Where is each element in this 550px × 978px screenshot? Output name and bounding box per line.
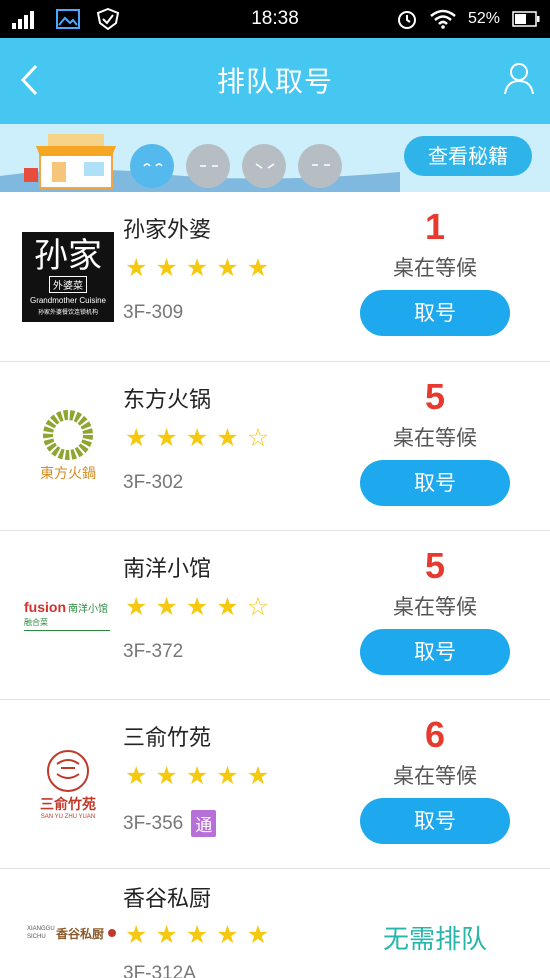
logo-text: 香谷私厨 [55,926,104,941]
logo-text: 三俞竹苑 [40,797,96,813]
restaurant-name: 南洋小馆 [123,557,212,582]
restaurant-row[interactable]: XIANGGU SICHU 香谷私厨 香谷私厨 ★ ★ ★ ★ ★ 3F-312A 无需… [0,869,550,978]
floor-text: 3F-312A [123,963,196,978]
waiting-label: 桌在等候 [393,256,477,280]
rating-stars: ★ ★ ★ ★ ★ [125,762,269,790]
restaurant-logo: 三俞竹苑 SAN YU ZHU YUAN [22,738,114,830]
star-filled-icon: ★ [216,920,239,949]
restaurant-row[interactable]: 東方火鍋 东方火锅 ★ ★ ★ ★ ☆ 3F-302 5 桌在等候 取号 [0,362,550,531]
waiting-count: 6 [424,714,446,755]
star-filled-icon: ★ [155,592,178,621]
floor-location: 3F-356 通 [123,810,217,837]
rating-stars: ★ ★ ★ ★ ★ [125,254,269,282]
alarm-icon [397,11,416,29]
star-filled-icon: ★ [155,423,178,452]
star-filled-icon: ★ [185,423,209,452]
star-filled-icon: ★ [155,253,178,282]
star-filled-icon: ★ [125,592,148,621]
waiting-label: 桌在等候 [393,764,477,788]
logo-sub-text: 外婆菜 [49,276,87,293]
star-filled-icon: ★ [216,253,239,282]
star-filled-icon: ★ [125,253,148,282]
battery-percent: 52% [467,10,500,27]
star-filled-icon: ★ [216,592,239,621]
star-filled-icon: ★ [246,253,270,282]
tong-badge: 通 [191,810,217,837]
star-filled-icon: ★ [216,423,239,452]
rating-stars: ★ ★ ★ ★ ★ [125,921,269,949]
star-filled-icon: ★ [125,920,148,949]
waiting-label: 桌在等候 [393,426,477,450]
restaurant-logo: XIANGGU SICHU 香谷私厨 [26,913,118,953]
floor-location: 3F-372 [123,641,183,663]
take-number-button[interactable]: 取号 [360,798,510,844]
banner-illustration [0,134,400,192]
logo-small-text: 孙家外婆餐饮连锁机构 [37,309,98,316]
logo-main-text: 孙家 [34,236,102,276]
star-filled-icon: ★ [185,253,209,282]
star-filled-icon: ★ [155,920,178,949]
star-filled-icon: ★ [125,761,148,790]
star-filled-icon: ★ [246,761,270,790]
logo-sub-text: 融合菜 [24,618,48,627]
floor-location: 3F-312A [123,963,196,978]
app-header: 排队取号 [0,38,550,124]
star-filled-icon: ★ [185,592,209,621]
seal-logo-icon [47,750,89,792]
restaurant-logo: 東方火鍋 [22,400,114,492]
status-right-icons: 52% [396,8,540,30]
restaurant-list: 孙家 外婆菜 Grandmother Cuisine 孙家外婆餐饮连锁机构 孙家… [0,192,550,978]
battery-icon [512,11,540,27]
floor-text: 3F-309 [123,302,184,323]
take-number-button[interactable]: 取号 [360,460,510,506]
restaurant-row[interactable]: fusion 南洋小馆 融合菜 南洋小馆 ★ ★ ★ ★ ☆ 3F-372 5 桌在等候… [0,531,550,700]
wifi-icon [430,9,456,29]
floor-text: 3F-356 [123,812,184,834]
no-queue-label: 无需排队 [382,925,487,955]
restaurant-row[interactable]: 孙家 外婆菜 Grandmother Cuisine 孙家外婆餐饮连锁机构 孙家… [0,192,550,362]
star-filled-icon: ★ [216,761,239,790]
star-empty-icon: ☆ [246,592,270,621]
floor-location: 3F-309 [123,302,183,324]
rating-stars: ★ ★ ★ ★ ☆ [125,593,269,621]
logo-text: 南洋小馆 [68,604,108,615]
star-filled-icon: ★ [185,920,209,949]
view-tips-button[interactable]: 查看秘籍 [404,136,532,176]
star-filled-icon: ★ [246,920,270,949]
waiting-count: 5 [424,376,446,417]
take-number-button[interactable]: 取号 [360,629,510,675]
restaurant-name: 东方火锅 [123,388,212,413]
user-icon[interactable] [502,60,536,96]
take-number-button[interactable]: 取号 [360,290,510,336]
logo-english-text: XIANGGU SICHU [26,926,55,940]
waiting-label: 桌在等候 [393,595,477,619]
logo-text: 東方火鍋 [40,466,96,482]
logo-divider [24,630,110,631]
donut-logo-icon [43,410,93,460]
restaurant-name: 孙家外婆 [123,218,212,243]
waiting-count: 5 [424,545,446,586]
status-bar: 18:38 52% [0,0,550,38]
star-filled-icon: ★ [125,423,148,452]
logo-english-text: fusion [24,599,66,615]
logo-english-text: SAN YU ZHU YUAN [40,814,96,820]
promo-banner: 查看秘籍 [0,124,550,192]
restaurant-logo: 孙家 外婆菜 Grandmother Cuisine 孙家外婆餐饮连锁机构 [22,232,114,322]
waiting-count: 1 [424,206,446,247]
restaurant-row[interactable]: 三俞竹苑 SAN YU ZHU YUAN 三俞竹苑 ★ ★ ★ ★ ★ 3F-356 通… [0,700,550,869]
seal-dot-icon [108,929,116,937]
star-empty-icon: ☆ [246,423,270,452]
logo-english-text: Grandmother Cuisine [29,296,107,305]
star-filled-icon: ★ [155,761,178,790]
page-title: 排队取号 [216,65,333,98]
floor-text: 3F-372 [123,641,184,662]
restaurant-name: 三俞竹苑 [123,726,212,751]
star-filled-icon: ★ [185,761,209,790]
rating-stars: ★ ★ ★ ★ ☆ [125,424,269,452]
floor-location: 3F-302 [123,472,183,494]
restaurant-name: 香谷私厨 [123,887,212,912]
restaurant-logo: fusion 南洋小馆 融合菜 [24,569,116,661]
floor-text: 3F-302 [123,472,184,493]
